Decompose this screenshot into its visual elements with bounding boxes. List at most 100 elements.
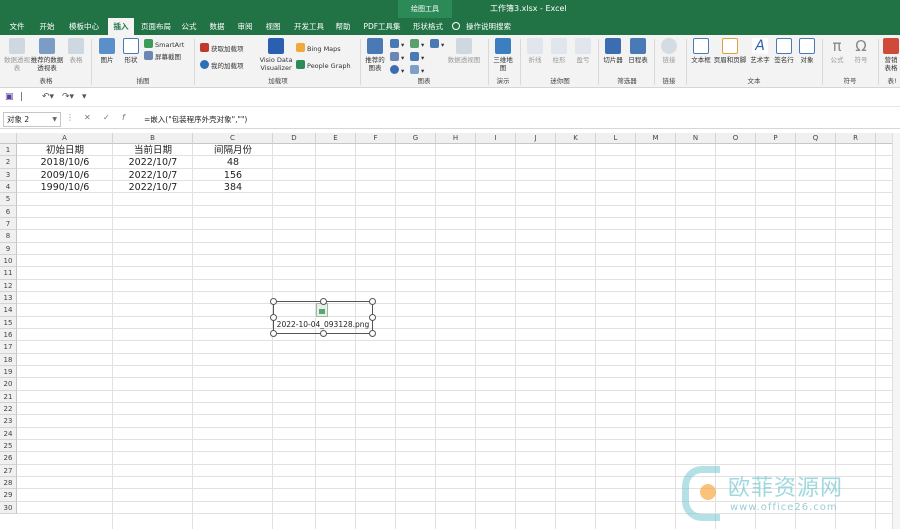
column-header[interactable]: M	[636, 133, 676, 144]
tab-7[interactable]: 审阅	[232, 18, 258, 35]
symbol-button[interactable]: Ω 符号	[850, 38, 872, 64]
column-header[interactable]: I	[476, 133, 516, 144]
row-header[interactable]: 4	[0, 180, 17, 194]
tab-6[interactable]: 数据	[204, 18, 230, 35]
row-header[interactable]: 25	[0, 439, 17, 453]
column-header[interactable]: R	[836, 133, 876, 144]
recommended-pivot-button[interactable]: 推荐的数据透视表	[30, 38, 64, 72]
column-header[interactable]: C	[193, 133, 273, 144]
column-header[interactable]: L	[596, 133, 636, 144]
embedded-object[interactable]: 2022-10-04_093128.png	[270, 298, 376, 337]
equation-button[interactable]: π 公式	[826, 38, 848, 64]
column-header[interactable]: E	[316, 133, 356, 144]
sparkline-column-button[interactable]: 柱形	[548, 38, 570, 64]
tab-5[interactable]: 公式	[176, 18, 202, 35]
row-header[interactable]: 13	[0, 291, 17, 305]
textbox-button[interactable]: 文本框	[690, 38, 712, 64]
row-header[interactable]: 22	[0, 402, 17, 416]
row-header[interactable]: 21	[0, 390, 17, 403]
row-header[interactable]: 20	[0, 378, 17, 391]
row-header[interactable]: 11	[0, 267, 17, 280]
confirm-icon[interactable]: ✓	[103, 113, 110, 122]
resize-handle[interactable]	[270, 298, 277, 305]
visio-button[interactable]: Visio Data Visualizer	[258, 38, 294, 72]
header-footer-button[interactable]: 页眉和页脚	[712, 38, 748, 64]
row-header[interactable]: 5	[0, 193, 17, 206]
row-header[interactable]: 14	[0, 304, 17, 317]
resize-handle[interactable]	[320, 330, 327, 337]
tab-10[interactable]: 帮助	[330, 18, 356, 35]
tab-4[interactable]: 页面布局	[136, 18, 176, 35]
my-addins-button[interactable]: 我的加载项	[200, 60, 244, 71]
resize-handle[interactable]	[369, 314, 376, 321]
pivot-table-button[interactable]: 数据透视表	[4, 38, 30, 72]
cell[interactable]: 初始日期	[17, 144, 113, 156]
customize-qat-icon[interactable]: ▾	[82, 92, 87, 102]
sparkline-winloss-button[interactable]: 盈亏	[572, 38, 594, 64]
sparkline-line-button[interactable]: 折线	[524, 38, 546, 64]
row-header[interactable]: 19	[0, 365, 17, 379]
insert-function-icon[interactable]: f	[122, 113, 125, 122]
row-header[interactable]: 17	[0, 341, 17, 354]
resize-handle[interactable]	[369, 298, 376, 305]
people-graph-button[interactable]: People Graph	[296, 60, 351, 71]
cancel-icon[interactable]: ✕	[84, 113, 91, 122]
signature-line-button[interactable]: 签名行	[772, 38, 796, 64]
screenshot-button[interactable]: 屏幕截图	[144, 51, 181, 62]
timeline-button[interactable]: 日程表	[626, 38, 650, 64]
cell[interactable]: 156	[193, 169, 273, 181]
tab-9[interactable]: 开发工具	[290, 18, 328, 35]
table-button[interactable]: 表格	[66, 38, 86, 64]
tell-me-search[interactable]: 操作说明搜索	[452, 18, 511, 35]
tab-0[interactable]: 文件	[4, 18, 30, 35]
row-header[interactable]: 26	[0, 452, 17, 465]
cell[interactable]: 2022/10/7	[113, 169, 193, 181]
shapes-button[interactable]: 形状	[120, 38, 142, 64]
cell[interactable]: 2009/10/6	[17, 169, 113, 181]
tab-2[interactable]: 模板中心	[64, 18, 104, 35]
cell[interactable]: 当前日期	[113, 144, 193, 156]
row-header[interactable]: 9	[0, 242, 17, 255]
column-header[interactable]: D	[273, 133, 316, 144]
name-box[interactable]: 对象 2 ▼	[3, 112, 61, 127]
cell[interactable]: 2022/10/7	[113, 156, 193, 168]
column-header[interactable]: F	[356, 133, 396, 144]
row-header[interactable]: 29	[0, 489, 17, 502]
cell[interactable]: 1990/10/6	[17, 181, 113, 193]
picture-button[interactable]: 图片	[96, 38, 118, 64]
column-header[interactable]: K	[556, 133, 596, 144]
column-header[interactable]: H	[436, 133, 476, 144]
tab-1[interactable]: 开始	[34, 18, 60, 35]
resize-handle[interactable]	[320, 298, 327, 305]
row-header[interactable]: 27	[0, 464, 17, 477]
line-chart-button[interactable]: ▾	[430, 39, 444, 50]
resize-handle[interactable]	[369, 330, 376, 337]
column-header[interactable]: G	[396, 133, 436, 144]
row-header[interactable]: 1	[0, 144, 17, 157]
formula-input[interactable]: =嵌入("包装程序外壳对象","")	[140, 112, 897, 127]
column-header[interactable]: B	[113, 133, 193, 144]
resize-handle[interactable]	[270, 314, 277, 321]
scatter-chart-button[interactable]: ▾	[410, 65, 424, 76]
save-icon[interactable]: ▣	[5, 92, 14, 102]
bing-maps-button[interactable]: Bing Maps	[296, 43, 341, 54]
row-header[interactable]: 23	[0, 415, 17, 428]
tab-12[interactable]: 形状格式	[408, 18, 448, 35]
wordart-button[interactable]: A 艺术字	[748, 38, 772, 64]
resize-handle[interactable]	[270, 330, 277, 337]
link-button[interactable]: 链接	[658, 38, 680, 64]
tab-8[interactable]: 视图	[260, 18, 286, 35]
row-header[interactable]: 28	[0, 476, 17, 490]
row-header[interactable]: 18	[0, 353, 17, 366]
row-header[interactable]: 6	[0, 205, 17, 218]
redo-icon[interactable]: ↷▾	[62, 92, 74, 102]
tab-3[interactable]: 插入	[108, 18, 134, 35]
column-header[interactable]: Q	[796, 133, 836, 144]
pie-chart-button[interactable]: ▾	[390, 65, 404, 76]
row-header[interactable]: 30	[0, 501, 17, 514]
row-header[interactable]: 3	[0, 168, 17, 181]
pivot-chart-button[interactable]: 数据透视图	[446, 38, 482, 64]
row-header[interactable]: 16	[0, 328, 17, 342]
row-header[interactable]: 8	[0, 230, 17, 243]
marketing-table-button[interactable]: 营销表格	[882, 38, 900, 72]
